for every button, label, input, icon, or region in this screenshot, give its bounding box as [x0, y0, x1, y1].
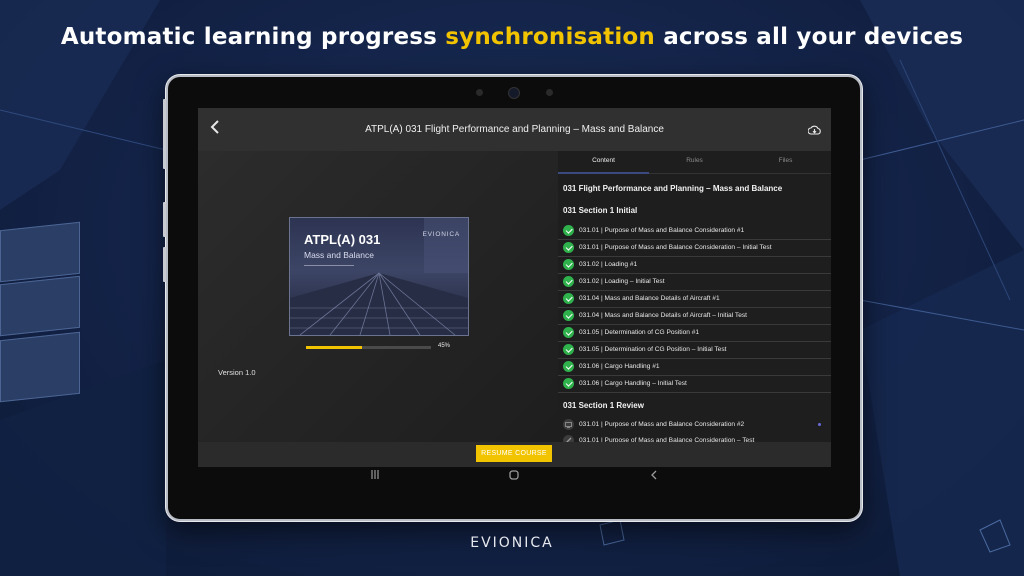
section-heading: 031 Section 1 Review: [563, 401, 644, 410]
list-item-label: 031.01 | Purpose of Mass and Balance Con…: [579, 244, 772, 251]
check-icon: [563, 361, 574, 372]
runway-sign: [0, 221, 80, 283]
check-icon: [563, 327, 574, 338]
list-item-label: 031.01 | Purpose of Mass and Balance Con…: [579, 421, 745, 428]
new-indicator: [818, 423, 821, 426]
home-icon[interactable]: [509, 470, 519, 483]
cloud-download-icon[interactable]: [807, 122, 821, 140]
evionica-logo: EVIONICA: [470, 535, 554, 551]
list-item[interactable]: 031.06 | Cargo Handling #1: [558, 358, 831, 376]
app-bar: ATPL(A) 031 Flight Performance and Plann…: [198, 108, 831, 151]
list-item[interactable]: 031.06 | Cargo Handling – Initial Test: [558, 375, 831, 393]
page-title: ATPL(A) 031 Flight Performance and Plann…: [365, 124, 664, 135]
list-item[interactable]: 031.02 | Loading – Initial Test: [558, 273, 831, 291]
tablet-camera: [508, 87, 520, 99]
tablet-side-button: [163, 202, 166, 237]
progress-bar: [306, 346, 431, 349]
list-item[interactable]: 031.05 | Determination of CG Position – …: [558, 341, 831, 359]
back-icon[interactable]: [650, 470, 657, 483]
runway-sign: [0, 275, 80, 337]
list-item-label: 031.04 | Mass and Balance Details of Air…: [579, 295, 720, 302]
tablet-sensor: [546, 89, 553, 96]
headline-highlight: synchronisation: [445, 24, 655, 50]
list-item[interactable]: 031.02 | Loading #1: [558, 256, 831, 274]
version-label: Version 1.0: [218, 368, 256, 377]
tab-content[interactable]: Content: [558, 151, 649, 174]
android-nav-bar: [198, 467, 831, 487]
list-item-label: 031.06 | Cargo Handling – Initial Test: [579, 380, 687, 387]
list-item-label: 031.04 | Mass and Balance Details of Air…: [579, 312, 747, 319]
cover-brand: EVIONICA: [422, 231, 460, 238]
course-overview-panel: ATPL(A) 031 Mass and Balance EVIONICA 45…: [198, 151, 558, 442]
course-title: 031 Flight Performance and Planning – Ma…: [563, 184, 783, 193]
recents-icon[interactable]: [370, 470, 380, 482]
tab-files[interactable]: Files: [740, 151, 831, 173]
list-item-label: 031.02 | Loading – Initial Test: [579, 278, 665, 285]
check-icon: [563, 259, 574, 270]
list-item-label: 031.05 | Determination of CG Position – …: [579, 346, 727, 353]
check-icon: [563, 293, 574, 304]
list-item-label: 031.06 | Cargo Handling #1: [579, 363, 660, 370]
progress-percent: 45%: [438, 343, 451, 349]
check-icon: [563, 276, 574, 287]
headline: Automatic learning progress synchronisat…: [0, 24, 1024, 50]
list-item[interactable]: 031.04 | Mass and Balance Details of Air…: [558, 290, 831, 308]
tablet-side-button: [163, 247, 166, 282]
cover-subtitle: Mass and Balance: [304, 250, 374, 260]
progress-fill: [306, 346, 363, 349]
list-item[interactable]: 031.05 | Determination of CG Position #1: [558, 324, 831, 342]
monitor-icon: [563, 419, 574, 430]
bottom-action-bar: RESUME COURSE: [198, 442, 831, 467]
tab-bar: Content Rules Files: [558, 151, 831, 174]
list-item[interactable]: 031.01 | Purpose of Mass and Balance Con…: [558, 222, 831, 240]
list-item-label: 031.02 | Loading #1: [579, 261, 638, 268]
list-item[interactable]: 031.04 | Mass and Balance Details of Air…: [558, 307, 831, 325]
check-icon: [563, 378, 574, 389]
list-item-label: 031.05 | Determination of CG Position #1: [579, 329, 700, 336]
course-content-panel: Content Rules Files 031 Flight Performan…: [558, 151, 831, 446]
app-screen: ATPL(A) 031 Flight Performance and Plann…: [198, 108, 831, 467]
list-item-label: 031.01 | Purpose of Mass and Balance Con…: [579, 227, 745, 234]
check-icon: [563, 225, 574, 236]
list-item[interactable]: 031.01 | Purpose of Mass and Balance Con…: [558, 416, 831, 433]
resume-course-button[interactable]: RESUME COURSE: [476, 445, 552, 462]
runway-sign: [0, 331, 80, 403]
tablet-device: ATPL(A) 031 Flight Performance and Plann…: [163, 75, 862, 521]
check-icon: [563, 310, 574, 321]
section-heading: 031 Section 1 Initial: [563, 206, 638, 215]
course-cover-image[interactable]: ATPL(A) 031 Mass and Balance EVIONICA: [289, 217, 469, 336]
headline-before: Automatic learning progress: [60, 24, 446, 50]
check-icon: [563, 242, 574, 253]
check-icon: [563, 344, 574, 355]
tab-rules[interactable]: Rules: [649, 151, 740, 173]
tablet-side-button: [163, 99, 166, 169]
cover-divider: [304, 265, 354, 266]
headline-after: across all your devices: [655, 24, 964, 50]
cover-title: ATPL(A) 031: [304, 232, 381, 247]
chevron-left-icon[interactable]: [210, 120, 220, 139]
list-item[interactable]: 031.01 | Purpose of Mass and Balance Con…: [558, 239, 831, 257]
tablet-sensor: [476, 89, 483, 96]
